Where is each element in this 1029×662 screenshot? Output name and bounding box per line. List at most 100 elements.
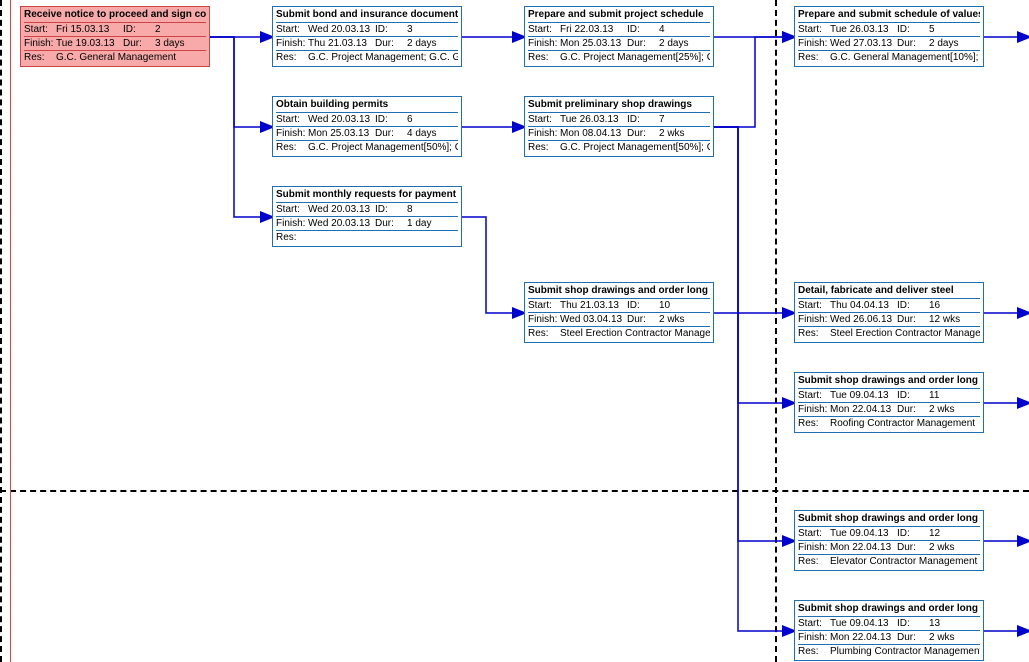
- task-id: 11: [929, 390, 939, 401]
- label-finish: Finish:: [798, 314, 830, 325]
- label-dur: Dur:: [897, 542, 929, 553]
- task-res: Steel Erection Contractor Management: [560, 328, 710, 339]
- task-dur: 1 day: [407, 218, 431, 229]
- label-dur: Dur:: [375, 38, 407, 49]
- task-title: Obtain building permits: [276, 98, 458, 113]
- task-res: Roofing Contractor Management: [830, 418, 975, 429]
- task-title: Submit preliminary shop drawings: [528, 98, 710, 113]
- task-title: Detail, fabricate and deliver steel: [798, 284, 980, 299]
- task-id: 16: [929, 300, 940, 311]
- label-res: Res:: [528, 52, 560, 63]
- label-finish: Finish:: [276, 128, 308, 139]
- task-title: Submit shop drawings and order long lead…: [528, 284, 710, 299]
- task-finish: Wed 27.03.13: [830, 38, 892, 49]
- label-dur: Dur:: [375, 128, 407, 139]
- label-start: Start:: [24, 24, 56, 35]
- task-box[interactable]: Submit preliminary shop drawings Start:T…: [524, 96, 714, 157]
- task-dur: 2 wks: [659, 314, 685, 325]
- task-start: Fri 22.03.13: [560, 24, 613, 35]
- label-start: Start:: [798, 528, 830, 539]
- task-finish: Mon 25.03.13: [308, 128, 369, 139]
- label-id: ID:: [897, 618, 929, 629]
- label-finish: Finish:: [528, 314, 560, 325]
- label-start: Start:: [798, 390, 830, 401]
- task-title: Prepare and submit project schedule: [528, 8, 710, 23]
- task-id: 5: [929, 24, 935, 35]
- task-box[interactable]: Submit monthly requests for payment Star…: [272, 186, 462, 247]
- task-dur: 2 wks: [929, 632, 955, 643]
- label-id: ID:: [375, 114, 407, 125]
- task-finish: Wed 20.03.13: [308, 218, 370, 229]
- label-res: Res:: [798, 328, 830, 339]
- label-res: Res:: [528, 142, 560, 153]
- task-box[interactable]: Prepare and submit schedule of values St…: [794, 6, 984, 67]
- label-dur: Dur:: [123, 38, 155, 49]
- task-start: Wed 20.03.13: [308, 204, 370, 215]
- task-id: 7: [659, 114, 665, 125]
- task-res: G.C. General Management[10%]; G.C. Proje…: [830, 52, 980, 63]
- label-dur: Dur:: [627, 38, 659, 49]
- task-box[interactable]: Obtain building permits Start:Wed 20.03.…: [272, 96, 462, 157]
- task-dur: 2 wks: [929, 542, 955, 553]
- task-id: 4: [659, 24, 665, 35]
- task-finish: Thu 21.03.13: [308, 38, 367, 49]
- task-res: Plumbing Contractor Management: [830, 646, 980, 657]
- label-id: ID:: [897, 24, 929, 35]
- task-box[interactable]: Receive notice to proceed and sign contr…: [20, 6, 210, 67]
- task-start: Wed 20.03.13: [308, 24, 370, 35]
- task-box[interactable]: Detail, fabricate and deliver steel Star…: [794, 282, 984, 343]
- network-diagram: { "labels": { "start":"Start:", "finish"…: [0, 0, 1029, 662]
- label-finish: Finish:: [528, 38, 560, 49]
- task-start: Tue 09.04.13: [830, 618, 889, 629]
- task-res: G.C. Project Management; G.C. General Ma…: [308, 52, 458, 63]
- task-finish: Mon 08.04.13: [560, 128, 621, 139]
- label-id: ID:: [897, 300, 929, 311]
- label-id: ID:: [627, 300, 659, 311]
- task-box[interactable]: Submit shop drawings and order long lead…: [794, 600, 984, 661]
- task-finish: Wed 26.06.13: [830, 314, 892, 325]
- task-dur: 2 wks: [659, 128, 685, 139]
- label-start: Start:: [528, 300, 560, 311]
- task-box[interactable]: Submit shop drawings and order long lead…: [794, 372, 984, 433]
- task-title: Submit shop drawings and order long lead…: [798, 602, 980, 617]
- task-res: Elevator Contractor Management: [830, 556, 977, 567]
- task-res: G.C. Project Management[25%]; G.C. Super…: [560, 52, 710, 63]
- label-res: Res:: [798, 418, 830, 429]
- label-dur: Dur:: [897, 38, 929, 49]
- label-start: Start:: [528, 114, 560, 125]
- label-dur: Dur:: [627, 128, 659, 139]
- task-res: Steel Erection Contractor Management: [830, 328, 980, 339]
- label-finish: Finish:: [798, 38, 830, 49]
- task-start: Tue 09.04.13: [830, 390, 889, 401]
- label-start: Start:: [798, 300, 830, 311]
- label-finish: Finish:: [798, 404, 830, 415]
- label-id: ID:: [627, 24, 659, 35]
- task-res: G.C. Project Management[50%]; G.C. Labor: [308, 142, 458, 153]
- task-finish: Mon 22.04.13: [830, 632, 891, 643]
- task-id: 8: [407, 204, 413, 215]
- task-box[interactable]: Submit bond and insurance documents Star…: [272, 6, 462, 67]
- task-dur: 2 wks: [929, 404, 955, 415]
- label-dur: Dur:: [897, 632, 929, 643]
- label-finish: Finish:: [276, 218, 308, 229]
- task-box[interactable]: Submit shop drawings and order long lead…: [524, 282, 714, 343]
- label-start: Start:: [276, 114, 308, 125]
- task-box[interactable]: Submit shop drawings and order long lead…: [794, 510, 984, 571]
- page-break-horizontal: [0, 490, 1029, 492]
- label-start: Start:: [798, 618, 830, 629]
- task-start: Fri 15.03.13: [56, 24, 109, 35]
- label-res: Res:: [276, 142, 308, 153]
- label-res: Res:: [798, 646, 830, 657]
- task-box[interactable]: Prepare and submit project schedule Star…: [524, 6, 714, 67]
- task-res: G.C. General Management: [56, 52, 176, 63]
- task-finish: Mon 25.03.13: [560, 38, 621, 49]
- task-start: Tue 26.03.13: [830, 24, 889, 35]
- task-dur: 2 days: [659, 38, 688, 49]
- label-id: ID:: [375, 204, 407, 215]
- label-id: ID:: [123, 24, 155, 35]
- label-dur: Dur:: [897, 404, 929, 415]
- label-start: Start:: [276, 204, 308, 215]
- task-dur: 3 days: [155, 38, 184, 49]
- task-res: G.C. Project Management[50%]; G.C. Labor: [560, 142, 710, 153]
- task-title: Receive notice to proceed and sign contr…: [24, 8, 206, 23]
